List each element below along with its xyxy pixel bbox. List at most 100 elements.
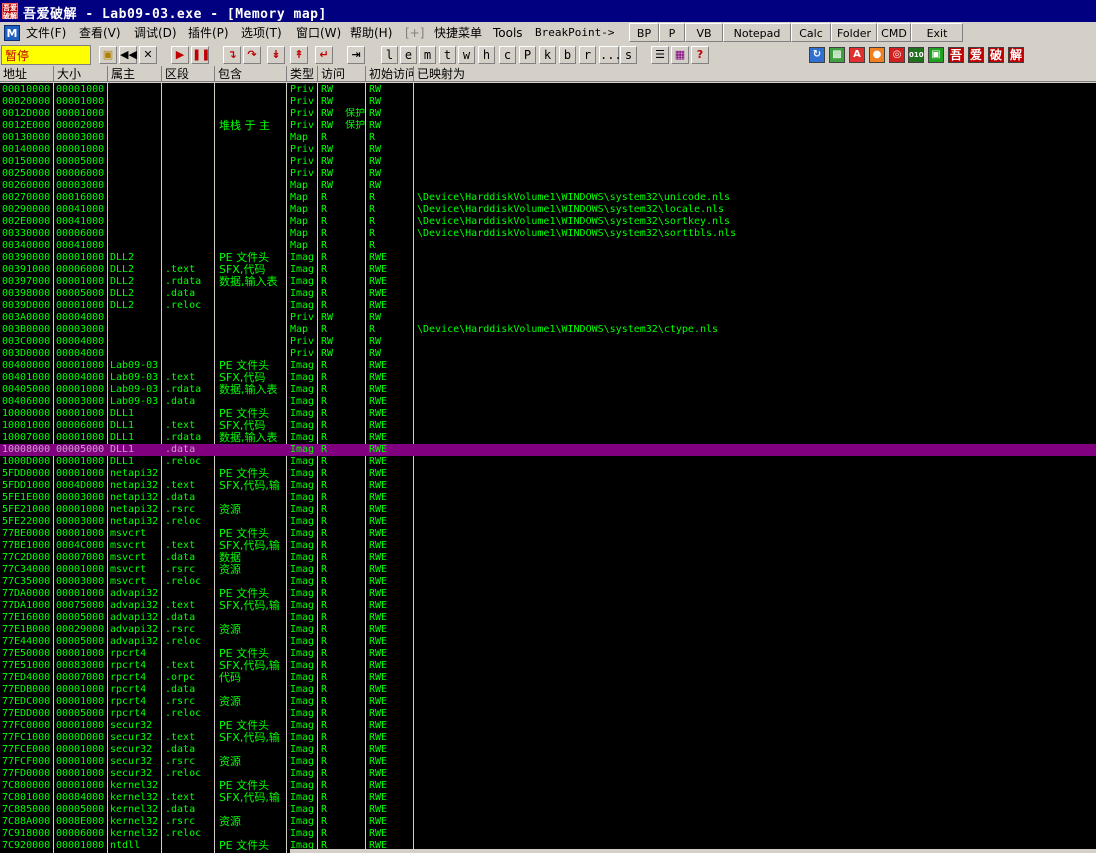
table-row[interactable]: 00290000 00041000 Map R R \Device\HarddiskVol…: [0, 204, 1096, 216]
execute-till-return-icon[interactable]: ↵: [315, 46, 333, 64]
help-icon[interactable]: ?: [691, 46, 709, 64]
table-row[interactable]: 77FCF000 00001000 secur32 .rsrc 资源 Imag R RWE: [0, 756, 1096, 768]
table-row[interactable]: 5FE21000 00001000 netapi32 .rsrc 资源 Imag R RWE: [0, 504, 1096, 516]
step-over-icon[interactable]: ↷: [243, 46, 261, 64]
table-row[interactable]: 00398000 00005000 DLL2 .data Imag R RWE: [0, 288, 1096, 300]
plugin-icon[interactable]: ▩: [829, 47, 845, 63]
table-row[interactable]: 00400000 00001000 Lab09-03 PE 文件头 Imag R RWE: [0, 360, 1096, 372]
table-row[interactable]: 00406000 00003000 Lab09-03 .data Imag R RWE: [0, 396, 1096, 408]
refresh-icon[interactable]: ↻: [809, 47, 825, 63]
logo-wu-icon[interactable]: 吾: [948, 47, 964, 63]
menu-tools[interactable]: Tools: [493, 25, 523, 41]
col-size[interactable]: 大小: [54, 66, 108, 82]
exit-button[interactable]: Exit: [911, 23, 963, 42]
table-row[interactable]: 00330000 00006000 Map R R \Device\HarddiskVol…: [0, 228, 1096, 240]
table-row[interactable]: 77FCE000 00001000 secur32 .data Imag R RWE: [0, 744, 1096, 756]
table-row[interactable]: 77FC1000 0000D000 secur32 .text SFX,代码,输 Imag…: [0, 732, 1096, 744]
table-row[interactable]: 003D0000 00004000 Priv RW RW: [0, 348, 1096, 360]
menu-view[interactable]: 查看(V): [79, 25, 121, 41]
appearance-icon[interactable]: ▦: [671, 46, 689, 64]
windows-button[interactable]: w: [458, 46, 475, 64]
table-row[interactable]: 10000000 00001000 DLL1 PE 文件头 Imag R RWE: [0, 408, 1096, 420]
table-row[interactable]: 002E0000 00041000 Map R R \Device\HarddiskVol…: [0, 216, 1096, 228]
menu-breakpoint[interactable]: BreakPoint->: [535, 25, 614, 41]
menu-help[interactable]: 帮助(H): [350, 25, 392, 41]
cpu-button[interactable]: c: [499, 46, 516, 64]
col-owner[interactable]: 属主: [108, 66, 162, 82]
table-row[interactable]: 77EDC000 00001000 rpcrt4 .rsrc 资源 Imag R RWE: [0, 696, 1096, 708]
table-row[interactable]: 00390000 00001000 DLL2 PE 文件头 Imag R RWE: [0, 252, 1096, 264]
table-row[interactable]: 00260000 00003000 Map RW RW: [0, 180, 1096, 192]
table-row[interactable]: 77E44000 00005000 advapi32 .reloc Imag R RWE: [0, 636, 1096, 648]
col-contains[interactable]: 包含: [215, 66, 287, 82]
menu-window[interactable]: 窗口(W): [296, 25, 341, 41]
table-row[interactable]: 77DA1000 00075000 advapi32 .text SFX,代码,输 Ima…: [0, 600, 1096, 612]
goto-icon[interactable]: ⇥: [347, 46, 365, 64]
references-button[interactable]: r: [579, 46, 596, 64]
menu-plus[interactable]: [+]: [405, 25, 424, 41]
table-row[interactable]: 5FE22000 00003000 netapi32 .reloc Imag R RWE: [0, 516, 1096, 528]
menu-file[interactable]: 文件(F): [26, 25, 66, 41]
table-row[interactable]: 7C885000 00005000 kernel32 .data Imag R RWE: [0, 804, 1096, 816]
table-row[interactable]: 7C801000 00084000 kernel32 .text SFX,代码,输 Ima…: [0, 792, 1096, 804]
col-type[interactable]: 类型: [287, 66, 318, 82]
handles-button[interactable]: h: [478, 46, 495, 64]
call-stack-button[interactable]: k: [539, 46, 556, 64]
table-row[interactable]: 003B0000 00003000 Map R R \Device\HarddiskVol…: [0, 324, 1096, 336]
table-row[interactable]: 10007000 00001000 DLL1 .rdata 数据,输入表 Imag R RWE: [0, 432, 1096, 444]
table-row[interactable]: 10001000 00006000 DLL1 .text SFX,代码 Imag R RWE: [0, 420, 1096, 432]
terminal-icon[interactable]: ▣: [928, 47, 944, 63]
table-row-selected[interactable]: 10008000 00005000 DLL1 .data Imag R RWE: [0, 444, 1096, 456]
folder-button[interactable]: Folder: [831, 23, 877, 42]
trace-over-icon[interactable]: ↟: [290, 46, 308, 64]
table-row[interactable]: 77EDB000 00001000 rpcrt4 .data Imag R RWE: [0, 684, 1096, 696]
table-row[interactable]: 0012E000 00002000 堆栈 于 主 Priv RW 保护 RW: [0, 120, 1096, 132]
table-row[interactable]: 77DA0000 00001000 advapi32 PE 文件头 Imag R RWE: [0, 588, 1096, 600]
notepad-button[interactable]: Notepad: [723, 23, 791, 42]
trace-into-icon[interactable]: ↡: [267, 46, 285, 64]
table-row[interactable]: 00010000 00001000 Priv RW RW: [0, 84, 1096, 96]
table-row[interactable]: 003C0000 00004000 Priv RW RW: [0, 336, 1096, 348]
col-initial-access[interactable]: 初始访问: [366, 66, 414, 82]
logo-ai-icon[interactable]: 爱: [968, 47, 984, 63]
table-row[interactable]: 77C35000 00003000 msvcrt .reloc Imag R RWE: [0, 576, 1096, 588]
table-row[interactable]: 5FDD1000 0004D000 netapi32 .text SFX,代码,输 Ima…: [0, 480, 1096, 492]
binary-icon[interactable]: 010: [908, 47, 924, 63]
open-folder-icon[interactable]: ▣: [99, 46, 117, 64]
table-row[interactable]: 00405000 00001000 Lab09-03 .rdata 数据,输入表 Imag…: [0, 384, 1096, 396]
memory-map-table[interactable]: 00010000 00001000 Priv RW RW 00020000 00001000…: [0, 83, 1096, 853]
menu-plugins[interactable]: 插件(P): [188, 25, 229, 41]
restart-icon[interactable]: ◀◀: [119, 46, 137, 64]
run-icon[interactable]: ▶: [171, 46, 189, 64]
bp-button[interactable]: BP: [629, 23, 659, 42]
record-icon[interactable]: ●: [869, 47, 885, 63]
col-address[interactable]: 地址: [0, 66, 54, 82]
table-row[interactable]: 00397000 00001000 DLL2 .rdata 数据,输入表 Imag R RWE: [0, 276, 1096, 288]
table-row[interactable]: 0039D000 00001000 DLL2 .reloc Imag R RWE: [0, 300, 1096, 312]
calc-button[interactable]: Calc: [791, 23, 831, 42]
table-row[interactable]: 00250000 00006000 Priv RW RW: [0, 168, 1096, 180]
table-row[interactable]: 00150000 00005000 Priv RW RW: [0, 156, 1096, 168]
table-row[interactable]: 00130000 00003000 Map R R: [0, 132, 1096, 144]
memory-button[interactable]: m: [419, 46, 436, 64]
breakpoints-button[interactable]: b: [559, 46, 576, 64]
table-row[interactable]: 7C88A000 0008E000 kernel32 .rsrc 资源 Imag R RWE: [0, 816, 1096, 828]
logo-po-icon[interactable]: 破: [988, 47, 1004, 63]
menu-options[interactable]: 选项(T): [241, 25, 282, 41]
source-button[interactable]: s: [620, 46, 637, 64]
table-row[interactable]: 0012D000 00001000 Priv RW 保护 RW: [0, 108, 1096, 120]
p-button[interactable]: P: [659, 23, 685, 42]
a-icon[interactable]: A: [849, 47, 865, 63]
target-icon[interactable]: ◎: [889, 47, 905, 63]
close-icon[interactable]: ✕: [139, 46, 157, 64]
table-row[interactable]: 77E1B000 00029000 advapi32 .rsrc 资源 Imag R RWE: [0, 624, 1096, 636]
table-row[interactable]: 77E51000 00083000 rpcrt4 .text SFX,代码,输 Imag R…: [0, 660, 1096, 672]
table-row[interactable]: 77E50000 00001000 rpcrt4 PE 文件头 Imag R RWE: [0, 648, 1096, 660]
module-icon[interactable]: M: [4, 25, 20, 41]
table-row[interactable]: 77C2D000 00007000 msvcrt .data 数据 Imag R RWE: [0, 552, 1096, 564]
col-mapped-as[interactable]: 已映射为: [414, 66, 1096, 82]
menu-debug[interactable]: 调试(D): [134, 25, 177, 41]
table-row[interactable]: 00020000 00001000 Priv RW RW: [0, 96, 1096, 108]
modules-button[interactable]: e: [400, 46, 417, 64]
table-row[interactable]: 003A0000 00004000 Priv RW RW: [0, 312, 1096, 324]
